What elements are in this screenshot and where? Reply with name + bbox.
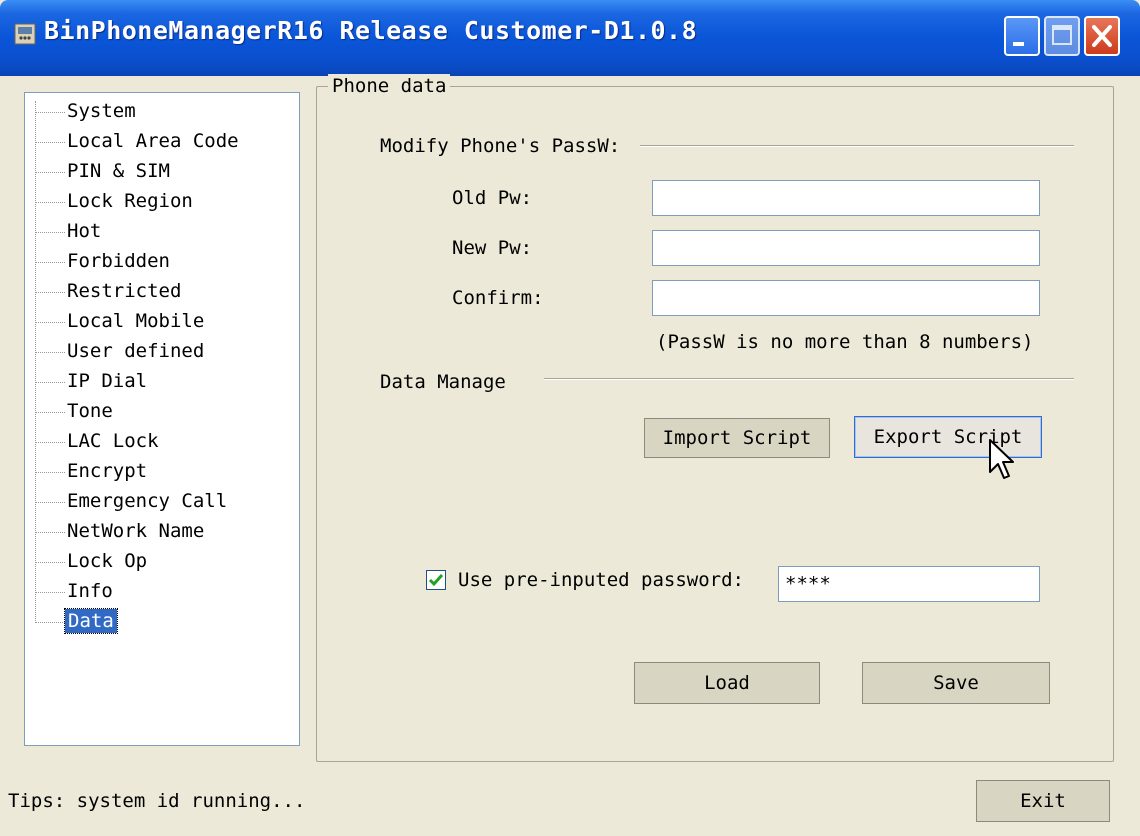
- tree-item-label: NetWork Name: [67, 520, 205, 542]
- tree-item-label: User defined: [67, 340, 205, 362]
- password-section-divider: [640, 145, 1074, 147]
- tree-item-label: Encrypt: [67, 460, 148, 482]
- tree-item-local-area-code[interactable]: Local Area Code: [25, 127, 295, 157]
- tree-item-label-selected: Data: [64, 608, 118, 634]
- tree-item-label: LAC Lock: [67, 430, 159, 452]
- tree-item-info[interactable]: Info: [25, 577, 295, 607]
- tree-item-network-name[interactable]: NetWork Name: [25, 517, 295, 547]
- new-pw-label: New Pw:: [452, 237, 533, 259]
- tree-item-ip-dial[interactable]: IP Dial: [25, 367, 295, 397]
- tree-item-label: Restricted: [67, 280, 182, 302]
- tree-item-label: Lock Op: [67, 550, 148, 572]
- checkmark-icon: [428, 574, 444, 587]
- tree-item-label: Local Area Code: [67, 130, 239, 152]
- status-tips: Tips: system id running...: [8, 790, 306, 812]
- confirm-pw-input[interactable]: [652, 280, 1040, 316]
- tree-item-label: IP Dial: [67, 370, 148, 392]
- tree-item-label: Hot: [67, 220, 102, 242]
- navigation-tree[interactable]: System Local Area Code PIN & SIM Lock Re…: [24, 92, 300, 746]
- tree-item-user-defined[interactable]: User defined: [25, 337, 295, 367]
- confirm-pw-label: Confirm:: [452, 287, 544, 309]
- title-bar[interactable]: BinPhoneManagerR16 Release Customer-D1.0…: [0, 0, 1140, 76]
- password-hint: (PassW is no more than 8 numbers): [656, 331, 1034, 353]
- tree-item-system[interactable]: System: [25, 97, 295, 127]
- tree-item-data[interactable]: Data: [25, 607, 295, 637]
- tree-item-label: Forbidden: [67, 250, 170, 272]
- preinput-checkbox[interactable]: [426, 570, 446, 590]
- save-button[interactable]: Save: [862, 662, 1050, 704]
- data-manage-divider: [544, 378, 1074, 380]
- tree-item-local-mobile[interactable]: Local Mobile: [25, 307, 295, 337]
- tree-item-hot[interactable]: Hot: [25, 217, 295, 247]
- maximize-icon: [1052, 25, 1072, 45]
- minimize-button[interactable]: [1004, 16, 1040, 56]
- tree-item-pin-sim[interactable]: PIN & SIM: [25, 157, 295, 187]
- import-script-button[interactable]: Import Script: [644, 418, 830, 458]
- password-section-heading: Modify Phone's PassW:: [380, 135, 621, 157]
- old-pw-label: Old Pw:: [452, 187, 533, 209]
- tree-item-emergency-call[interactable]: Emergency Call: [25, 487, 295, 517]
- preinput-label: Use pre-inputed password:: [458, 569, 744, 591]
- tree-item-label: Local Mobile: [67, 310, 205, 332]
- tree-item-label: Info: [67, 580, 113, 602]
- tree-item-label: PIN & SIM: [67, 160, 170, 182]
- maximize-button[interactable]: [1044, 16, 1080, 56]
- app-icon: [14, 23, 36, 45]
- close-button[interactable]: [1084, 16, 1120, 56]
- close-icon: [1092, 25, 1112, 47]
- minimize-icon: [1013, 42, 1024, 46]
- load-button[interactable]: Load: [634, 662, 820, 704]
- data-manage-heading: Data Manage: [380, 371, 506, 393]
- tree-item-label: System: [67, 100, 136, 122]
- app-window: BinPhoneManagerR16 Release Customer-D1.0…: [0, 0, 1140, 836]
- new-pw-input[interactable]: [652, 230, 1040, 266]
- tree-item-lock-region[interactable]: Lock Region: [25, 187, 295, 217]
- preinput-password-input[interactable]: [778, 566, 1040, 602]
- old-pw-input[interactable]: [652, 180, 1040, 216]
- mouse-cursor-icon: [989, 439, 1014, 479]
- tree-item-lac-lock[interactable]: LAC Lock: [25, 427, 295, 457]
- tree-item-label: Emergency Call: [67, 490, 228, 512]
- tree-item-label: Lock Region: [67, 190, 193, 212]
- tree-item-forbidden[interactable]: Forbidden: [25, 247, 295, 277]
- tree-item-lock-op[interactable]: Lock Op: [25, 547, 295, 577]
- window-title: BinPhoneManagerR16 Release Customer-D1.0…: [44, 16, 698, 45]
- group-title: Phone data: [328, 74, 451, 98]
- exit-button[interactable]: Exit: [976, 780, 1110, 822]
- tree-item-tone[interactable]: Tone: [25, 397, 295, 427]
- tree-item-encrypt[interactable]: Encrypt: [25, 457, 295, 487]
- tree-item-restricted[interactable]: Restricted: [25, 277, 295, 307]
- tree-item-label: Tone: [67, 400, 113, 422]
